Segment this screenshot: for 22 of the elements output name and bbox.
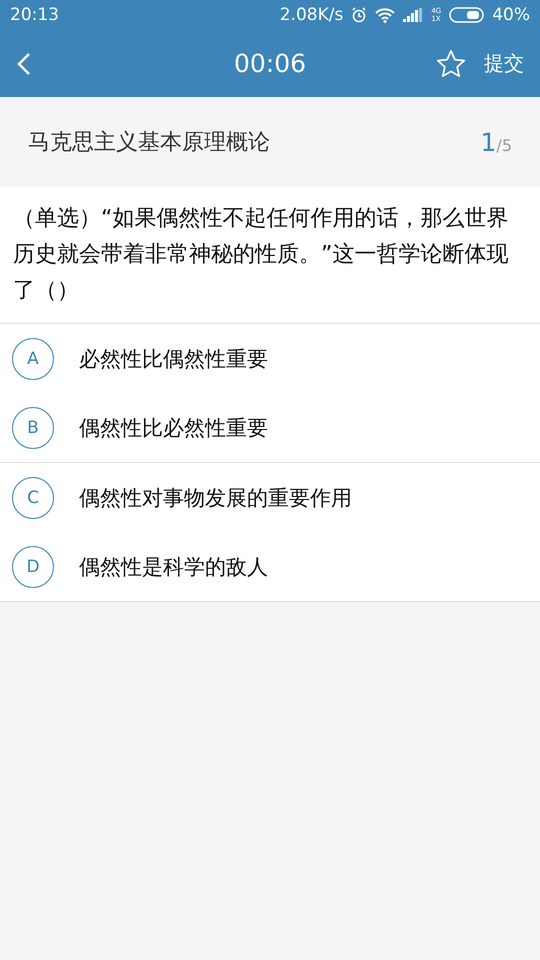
battery-level: 40% xyxy=(492,5,530,25)
alarm-icon xyxy=(351,7,368,23)
option-text[interactable]: 偶然性对事物发展的重要作用 xyxy=(79,484,352,512)
option-letter[interactable]: B xyxy=(12,406,54,448)
wifi-icon xyxy=(375,7,396,23)
submit-button[interactable]: 提交 xyxy=(480,46,528,81)
battery-icon xyxy=(449,7,484,23)
question-counter: 1/5 xyxy=(480,128,512,156)
back-icon xyxy=(16,52,32,76)
network-speed: 2.08K/s xyxy=(280,5,344,25)
timer: 00:06 xyxy=(234,49,306,78)
question-text: （单选）“如果偶然性不起任何作用的话，那么世界历史就会带着非常神秘的性质。”这一哲学论断体现了（） xyxy=(0,187,540,324)
option-letter[interactable]: A xyxy=(12,338,54,380)
option-text[interactable]: 偶然性是科学的敌人 xyxy=(79,552,268,580)
option-letter[interactable]: C xyxy=(12,476,54,518)
subject-title: 马克思主义基本原理概论 xyxy=(28,129,271,157)
signal-icon xyxy=(403,8,424,22)
option-letter[interactable]: D xyxy=(12,546,54,588)
clock-time: 20:13 xyxy=(10,5,59,25)
option-text[interactable]: 必然性比偶然性重要 xyxy=(79,344,268,372)
star-icon[interactable] xyxy=(436,48,466,78)
option-text[interactable]: 偶然性比必然性重要 xyxy=(79,414,268,442)
